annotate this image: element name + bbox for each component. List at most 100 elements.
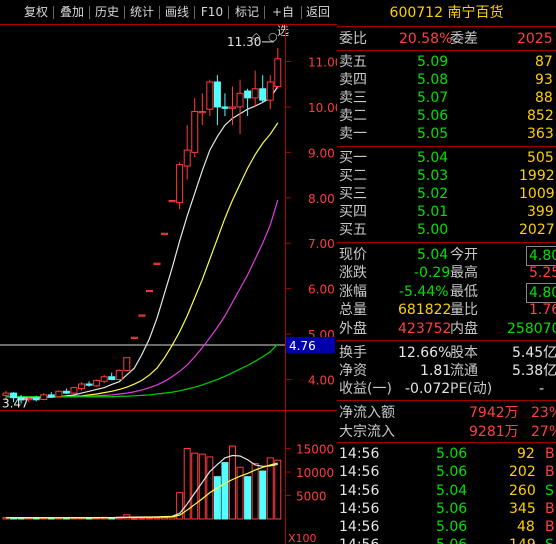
candle-body — [115, 369, 123, 380]
tick-side: S — [545, 534, 554, 544]
toolbar-divider — [53, 6, 54, 19]
toolbar-divider — [159, 6, 160, 19]
candle-body — [274, 58, 282, 88]
volume-axis-label: 5000 — [296, 489, 327, 503]
pe-value: - — [539, 381, 545, 397]
current-price-label: 4.76 — [289, 339, 316, 353]
inner-label: 内盘 — [450, 321, 478, 337]
candle-body — [229, 106, 236, 109]
overlay-button[interactable]: 叠加 — [57, 3, 87, 22]
bid-price: 5.00 — [417, 222, 449, 238]
toolbar-divider — [124, 6, 125, 19]
price-axis-label: 11.00 — [308, 56, 337, 70]
add-favorite-button[interactable]: +自选 — [266, 3, 300, 38]
candle-body — [213, 81, 221, 108]
volume-bar — [145, 517, 153, 520]
volume-axis-label: 10000 — [296, 466, 334, 480]
candle-body — [47, 394, 55, 398]
volume-bar — [251, 463, 259, 520]
volume-bar — [213, 476, 221, 520]
tick-volume: 149 — [509, 534, 536, 544]
candle-body — [40, 394, 48, 400]
toolbar-divider — [194, 6, 195, 19]
ask-label: 卖一 — [339, 126, 367, 142]
toolbar-divider — [301, 6, 302, 19]
fuquan-button[interactable]: 复权 — [21, 3, 51, 22]
volume-bar — [191, 452, 199, 520]
candle-body — [130, 336, 138, 339]
eps-value: -0.072 — [405, 381, 451, 397]
weibi-value: 20.58% — [399, 31, 453, 47]
volume-bar — [198, 453, 206, 520]
ma-line-0 — [5, 86, 279, 399]
volume-bar — [206, 456, 214, 520]
volume-bar — [259, 470, 267, 520]
toolbar-divider — [228, 6, 229, 19]
candle-body — [100, 376, 108, 382]
candle-body — [93, 379, 101, 387]
volume-bar — [130, 517, 138, 520]
outer-value: 423752 — [398, 321, 452, 337]
ask-price: 5.05 — [417, 126, 449, 142]
ma-line-2 — [6, 199, 279, 398]
volume-bar — [161, 517, 169, 520]
block-inflow-label: 大宗流入 — [339, 424, 395, 440]
history-button[interactable]: 历史 — [92, 3, 122, 22]
volume-bar — [229, 445, 236, 520]
back-button[interactable]: 返回 — [303, 3, 333, 22]
weicha-label: 委差 — [450, 31, 478, 47]
candle-body — [32, 398, 40, 401]
candle-body — [55, 390, 63, 398]
volume-bar — [244, 476, 252, 520]
candle-body — [206, 81, 214, 110]
tick-price: 5.06 — [436, 534, 467, 544]
price-axis-label: 9.00 — [308, 146, 335, 160]
block-inflow-value: 9281万 — [469, 424, 519, 440]
candle-body — [198, 110, 206, 114]
bid-volume: 2027 — [519, 222, 555, 238]
candle-body — [78, 383, 85, 390]
tick-time: 14:56 — [339, 534, 379, 544]
draw-line-button[interactable]: 画线 — [162, 3, 192, 22]
volume-bar — [153, 517, 161, 520]
ma-line-1 — [6, 122, 279, 398]
weicha-value: 2025 — [517, 31, 553, 47]
diamond-icon: ◇ — [252, 30, 261, 43]
candle-body — [70, 387, 78, 394]
kline-chart[interactable]: 11.0010.009.008.007.006.005.004.004.7611… — [0, 24, 337, 544]
volume-bar — [138, 517, 146, 520]
stock-terminal-window: 复权 叠加 历史 统计 画线 F10 标记 +自选 返回 11.00 10.00 9… — [0, 0, 556, 544]
stock-title: 600712 南宁百货 — [389, 5, 504, 21]
volume-bar — [168, 516, 176, 520]
candle-body — [168, 200, 176, 203]
candle-body — [62, 390, 70, 394]
price-axis-label: 10.00 — [308, 101, 337, 115]
candle-body — [145, 289, 153, 293]
candle-body — [251, 88, 259, 99]
pe-label: PE(动) — [450, 381, 493, 397]
volume-bar — [266, 457, 274, 520]
chart-toolbar: 复权 叠加 历史 统计 画线 F10 标记 +自选 返回 — [0, 0, 336, 38]
candle-body — [153, 262, 161, 265]
candle-body — [138, 314, 146, 317]
candle-body — [191, 110, 199, 153]
ask-volume: 363 — [527, 126, 554, 142]
statistics-button[interactable]: 统计 — [127, 3, 157, 22]
volume-bar — [221, 462, 229, 520]
f10-button[interactable]: F10 — [198, 3, 226, 22]
price-axis-label: 8.00 — [308, 192, 335, 206]
mark-button[interactable]: 标记 — [232, 3, 262, 22]
candle-body — [161, 232, 169, 235]
volume-axis-label: 15000 — [296, 442, 334, 456]
volume-unit-label: X100 — [288, 532, 317, 544]
price-axis-label: 4.00 — [308, 373, 335, 387]
candle-body — [183, 149, 191, 167]
candle-body — [108, 376, 116, 380]
quote-panel: 600712 南宁百货 委比 20.58% 委差 2025 卖五 5.09 87… — [337, 0, 556, 544]
eps-label: 收益(一) — [339, 381, 392, 397]
price-axis-label: 6.00 — [308, 283, 335, 297]
candle-body — [259, 88, 267, 101]
float-value: 5.38亿 — [512, 363, 556, 379]
candle-body — [221, 106, 229, 109]
candle-body — [2, 392, 10, 396]
